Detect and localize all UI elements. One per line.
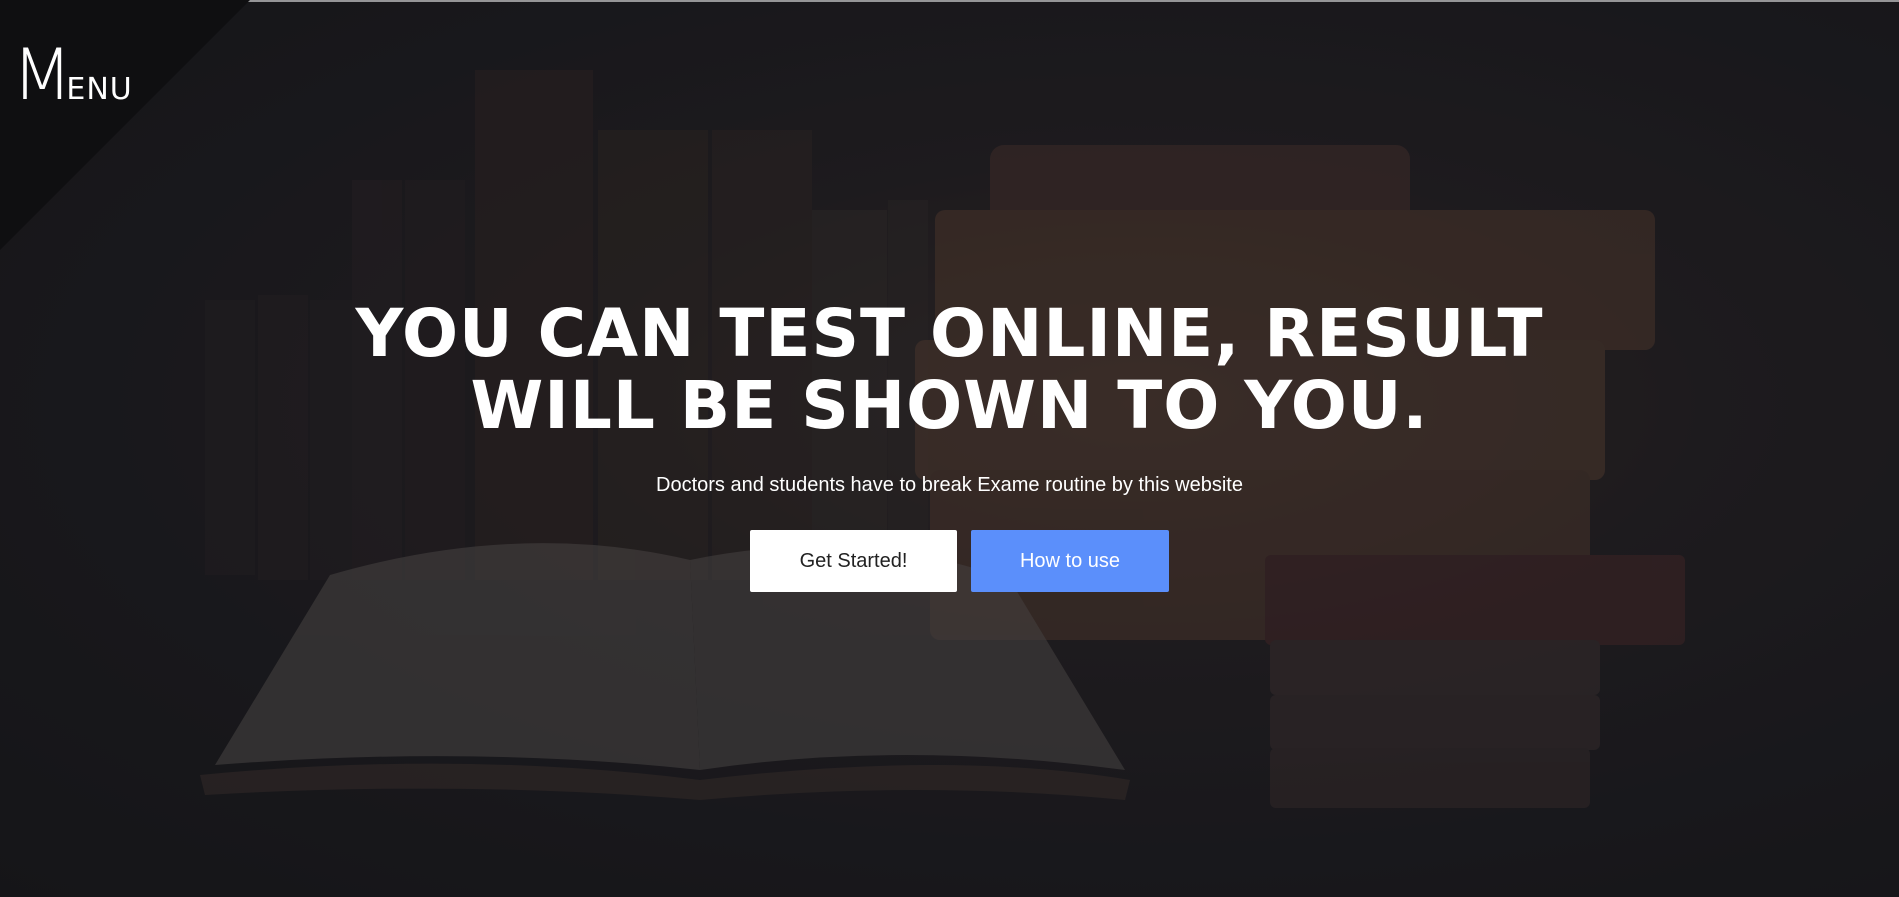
hero-buttons: Get Started! How to use (0, 530, 1899, 592)
hero-title: YOU CAN TEST ONLINE, RESULT WILL BE SHOW… (350, 298, 1550, 442)
menu-label-rest: ENU (66, 72, 133, 107)
menu-button[interactable]: MENU (12, 40, 133, 110)
hero-subtitle: Doctors and students have to break Exame… (656, 474, 1243, 496)
how-to-use-button[interactable]: How to use (971, 530, 1169, 592)
hero-section: MENU YOU CAN TEST ONLINE, RESULT WILL BE… (0, 0, 1899, 897)
get-started-button[interactable]: Get Started! (750, 530, 957, 592)
hero-content: YOU CAN TEST ONLINE, RESULT WILL BE SHOW… (0, 298, 1899, 592)
menu-initial: M (12, 34, 72, 116)
hero-title-line-1: YOU CAN TEST ONLINE, RESULT (355, 295, 1544, 372)
hero-title-line-2: WILL BE SHOWN TO YOU. (470, 367, 1429, 444)
